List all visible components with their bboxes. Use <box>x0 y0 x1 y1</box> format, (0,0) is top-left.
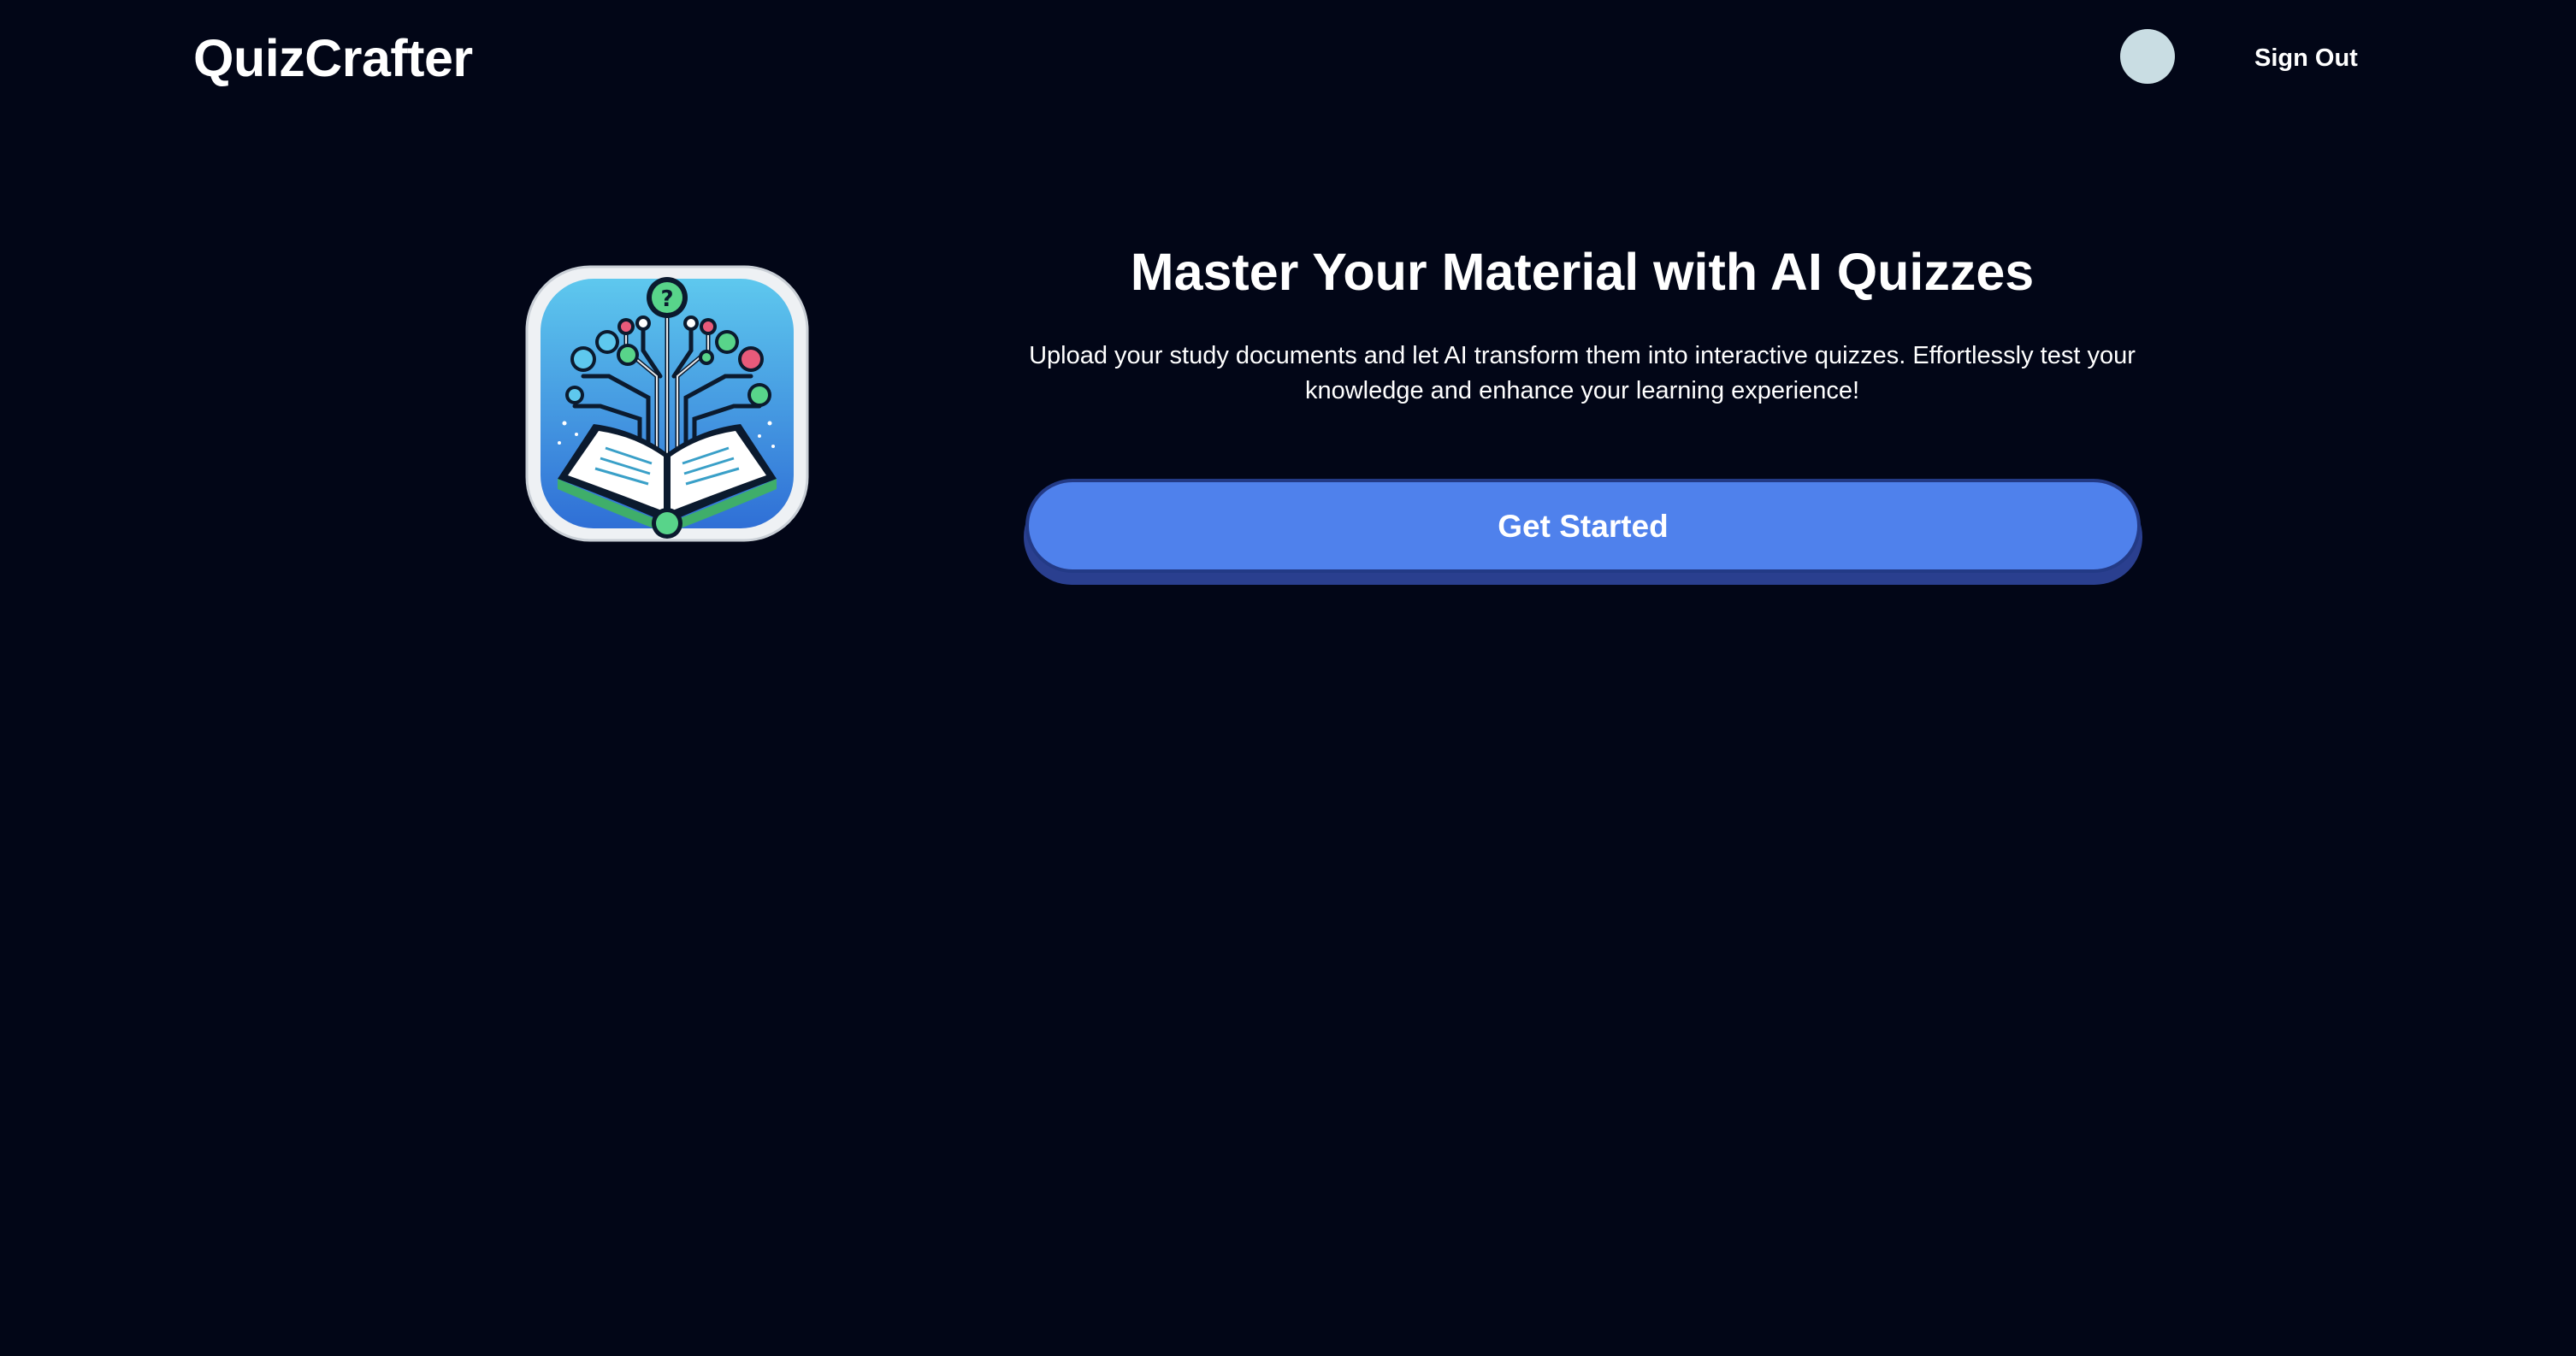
get-started-button[interactable]: Get Started <box>1025 479 2141 573</box>
book-ai-tree-icon: ? <box>523 248 811 554</box>
page: QuizCrafter Sign Out ? Master Your Mater… <box>0 0 2576 1356</box>
user-avatar[interactable] <box>2120 29 2175 84</box>
svg-text:?: ? <box>660 286 673 312</box>
brand-logo-text[interactable]: QuizCrafter <box>193 26 473 91</box>
hero-title: Master Your Material with AI Quizzes <box>1130 243 2035 301</box>
hero-description: Upload your study documents and let AI t… <box>1029 342 2136 404</box>
sign-out-button[interactable]: Sign Out <box>2241 38 2372 79</box>
top-nav: QuizCrafter Sign Out <box>0 0 2576 116</box>
